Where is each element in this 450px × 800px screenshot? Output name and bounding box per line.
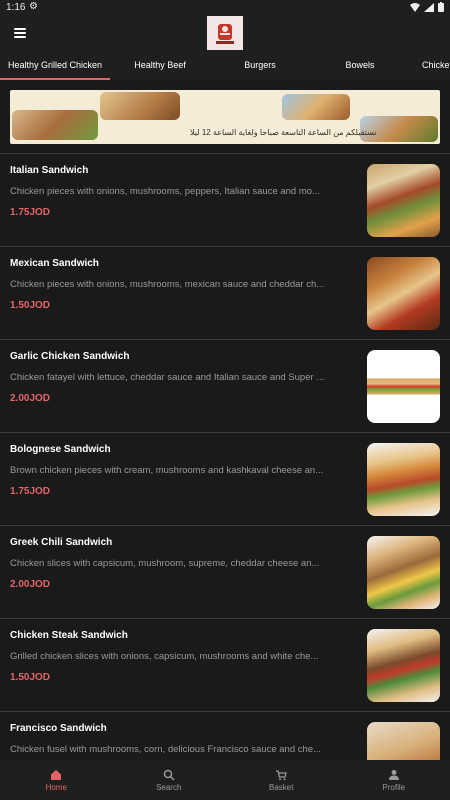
item-image [367, 257, 440, 330]
menu-list: نستقبلكم من الساعة التاسعة صباحا ولغاية … [0, 80, 450, 760]
item-name: Garlic Chicken Sandwich [10, 351, 130, 362]
menu-item[interactable]: Mexican Sandwich Chicken pieces with oni… [0, 246, 450, 339]
wifi-icon [410, 2, 420, 12]
tab-chicken[interactable]: Chicke [410, 54, 450, 80]
menu-item[interactable]: Italian Sandwich Chicken pieces with oni… [0, 153, 450, 246]
home-icon [51, 769, 62, 780]
item-price: 2.00JOD [10, 579, 51, 590]
search-icon [163, 769, 175, 781]
basket-icon [276, 769, 288, 780]
nav-home-label: Home [45, 782, 67, 792]
promo-banner[interactable]: نستقبلكم من الساعة التاسعة صباحا ولغاية … [10, 90, 440, 144]
item-description: Chicken fusel with mushrooms, corn, deli… [10, 744, 321, 755]
status-time: 1:16 [6, 2, 26, 13]
category-tabs: Healthy Grilled Chicken Healthy Beef Bur… [0, 54, 450, 80]
item-description: Brown chicken pieces with cream, mushroo… [10, 465, 324, 476]
nav-home[interactable]: Home [0, 760, 113, 800]
item-price: 1.50JOD [10, 672, 51, 683]
item-image [367, 350, 440, 423]
item-description: Grilled chicken slices with onions, caps… [10, 651, 319, 662]
item-name: Bolognese Sandwich [10, 444, 111, 455]
banner-food-image [282, 94, 350, 120]
nav-basket-label: Basket [269, 782, 294, 792]
item-image [367, 536, 440, 609]
item-description: Chicken slices with capsicum, mushroom, … [10, 558, 320, 569]
status-icons [410, 2, 444, 12]
nav-search-label: Search [156, 782, 182, 792]
tab-healthy-grilled-chicken[interactable]: Healthy Grilled Chicken [0, 54, 110, 80]
nav-search[interactable]: Search [113, 760, 226, 800]
signal-icon [424, 2, 434, 12]
banner-text: نستقبلكم من الساعة التاسعة صباحا ولغاية … [190, 128, 377, 137]
item-price: 1.50JOD [10, 300, 51, 311]
item-image [367, 164, 440, 237]
profile-icon [388, 769, 399, 780]
banner-food-image [100, 92, 180, 120]
nav-profile[interactable]: Profile [338, 760, 450, 800]
nav-profile-label: Profile [382, 782, 406, 792]
menu-item[interactable]: Greek Chili Sandwich Chicken slices with… [0, 525, 450, 618]
menu-item[interactable]: Bolognese Sandwich Brown chicken pieces … [0, 432, 450, 525]
item-price: 2.00JOD [10, 393, 51, 404]
tab-bowels[interactable]: Bowels [310, 54, 410, 80]
item-price: 1.75JOD [10, 486, 51, 497]
status-bar: 1:16 ⚙ [0, 0, 450, 16]
item-name: Francisco Sandwich [10, 723, 107, 734]
item-price: 1.75JOD [10, 207, 51, 218]
item-description: Chicken fatayel with lettuce, cheddar sa… [10, 372, 325, 383]
menu-icon[interactable] [14, 28, 26, 38]
item-image [367, 629, 440, 702]
item-description: Chicken pieces with onions, mushrooms, p… [10, 186, 320, 197]
item-image [367, 443, 440, 516]
nav-basket[interactable]: Basket [225, 760, 338, 800]
item-image [367, 722, 440, 760]
app-bar [0, 16, 450, 54]
bottom-nav: Home Search Basket Profile [0, 760, 450, 800]
menu-item[interactable]: Francisco Sandwich Chicken fusel with mu… [0, 711, 450, 760]
menu-item[interactable]: Garlic Chicken Sandwich Chicken fatayel … [0, 339, 450, 432]
battery-icon [438, 2, 444, 12]
item-name: Mexican Sandwich [10, 258, 99, 269]
item-description: Chicken pieces with onions, mushrooms, m… [10, 279, 325, 290]
restaurant-logo [207, 16, 243, 50]
gear-icon: ⚙ [29, 1, 38, 12]
banner-food-image [12, 110, 98, 140]
tab-healthy-beef[interactable]: Healthy Beef [110, 54, 210, 80]
item-name: Italian Sandwich [10, 165, 89, 176]
tab-burgers[interactable]: Burgers [210, 54, 310, 80]
item-name: Greek Chili Sandwich [10, 537, 113, 548]
item-name: Chicken Steak Sandwich [10, 630, 128, 641]
menu-item[interactable]: Chicken Steak Sandwich Grilled chicken s… [0, 618, 450, 711]
